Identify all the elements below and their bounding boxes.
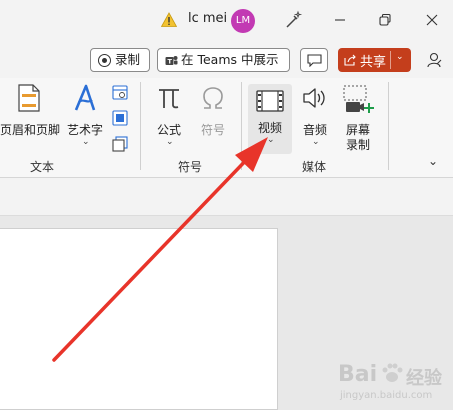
ribbon-gap-bar: [0, 178, 453, 216]
teams-label: 在 Teams 中展示: [181, 52, 279, 67]
video-label: 视频: [258, 121, 283, 135]
symbol-label: 符号: [201, 123, 226, 137]
wordart-button[interactable]: 艺术字 ⌄: [64, 82, 106, 152]
screen-recording-icon: [343, 85, 374, 113]
username[interactable]: lc mei: [188, 11, 227, 26]
video-icon: [256, 90, 284, 112]
insert-ribbon: 页眉和页脚 艺术字 ⌄ 文本 公式 ⌄ 符号 符号 视频 ⌄ 音频 ⌄ 屏幕 录…: [0, 78, 453, 178]
baidu-watermark: Bai 经验 jingyan.baidu.com: [332, 360, 450, 408]
screen-recording-button[interactable]: 屏幕 录制: [338, 82, 380, 152]
magic-wand-icon[interactable]: [283, 10, 303, 30]
record-label: 录制: [115, 52, 141, 67]
date-time-icon[interactable]: [112, 84, 128, 100]
collapse-ribbon-chevron-icon[interactable]: ⌄: [428, 154, 438, 168]
equation-label: 公式: [157, 123, 182, 137]
equation-button[interactable]: 公式 ⌄: [148, 82, 190, 152]
paw-icon: [382, 363, 403, 382]
comments-button[interactable]: [300, 48, 328, 72]
share-divider: [390, 51, 391, 69]
watermark-brand-cn: 经验: [406, 368, 442, 389]
close-icon[interactable]: [423, 11, 441, 29]
symbol-button[interactable]: 符号: [193, 82, 233, 152]
header-footer-icon: [18, 84, 40, 112]
watermark-url: jingyan.baidu.com: [340, 390, 433, 401]
teams-icon: T: [165, 56, 178, 66]
share-icon: [344, 54, 356, 66]
slide-canvas[interactable]: [0, 228, 278, 410]
audio-chevron-icon: ⌄: [312, 137, 320, 147]
share-dropdown-chevron-icon[interactable]: ⌄: [396, 52, 404, 62]
equation-chevron-icon: ⌄: [166, 137, 174, 147]
group-separator: [388, 82, 389, 170]
group-separator: [241, 82, 242, 170]
svg-text:T: T: [168, 58, 173, 66]
warning-icon[interactable]: [161, 12, 177, 28]
video-chevron-icon: ⌄: [267, 135, 275, 145]
group-separator: [140, 82, 141, 170]
header-footer-button[interactable]: 页眉和页脚: [0, 82, 62, 152]
media-group-label: 媒体: [302, 160, 327, 174]
title-bar: lc mei LM: [0, 0, 453, 42]
audio-button[interactable]: 音频 ⌄: [296, 82, 336, 152]
present-in-teams-button[interactable]: T 在 Teams 中展示: [157, 48, 290, 72]
object-icon[interactable]: [112, 136, 128, 152]
video-button[interactable]: 视频 ⌄: [248, 84, 292, 154]
speaker-icon: [303, 88, 325, 108]
omega-icon: [203, 87, 223, 109]
symbols-group-label: 符号: [178, 160, 203, 174]
record-icon: [98, 54, 111, 67]
comment-icon: [307, 54, 322, 67]
wordart-label: 艺术字: [67, 123, 104, 137]
share-button[interactable]: 共享 ⌄: [338, 48, 411, 72]
wordart-chevron-icon: ⌄: [82, 137, 90, 147]
watermark-brand: Bai: [338, 362, 378, 387]
audio-label: 音频: [303, 123, 328, 137]
text-group-label: 文本: [30, 160, 55, 174]
restore-icon[interactable]: [376, 11, 394, 29]
wordart-icon: [74, 84, 96, 111]
header-footer-label: 页眉和页脚: [0, 123, 61, 137]
slide-number-icon[interactable]: [112, 110, 128, 126]
avatar[interactable]: LM: [231, 9, 255, 33]
share-label: 共享: [360, 55, 387, 70]
coauthor-icon[interactable]: [425, 51, 443, 69]
pi-icon: [159, 89, 179, 109]
screen-recording-label-2: 录制: [346, 138, 371, 152]
record-button[interactable]: 录制: [90, 48, 150, 72]
minimize-icon[interactable]: [331, 11, 349, 29]
